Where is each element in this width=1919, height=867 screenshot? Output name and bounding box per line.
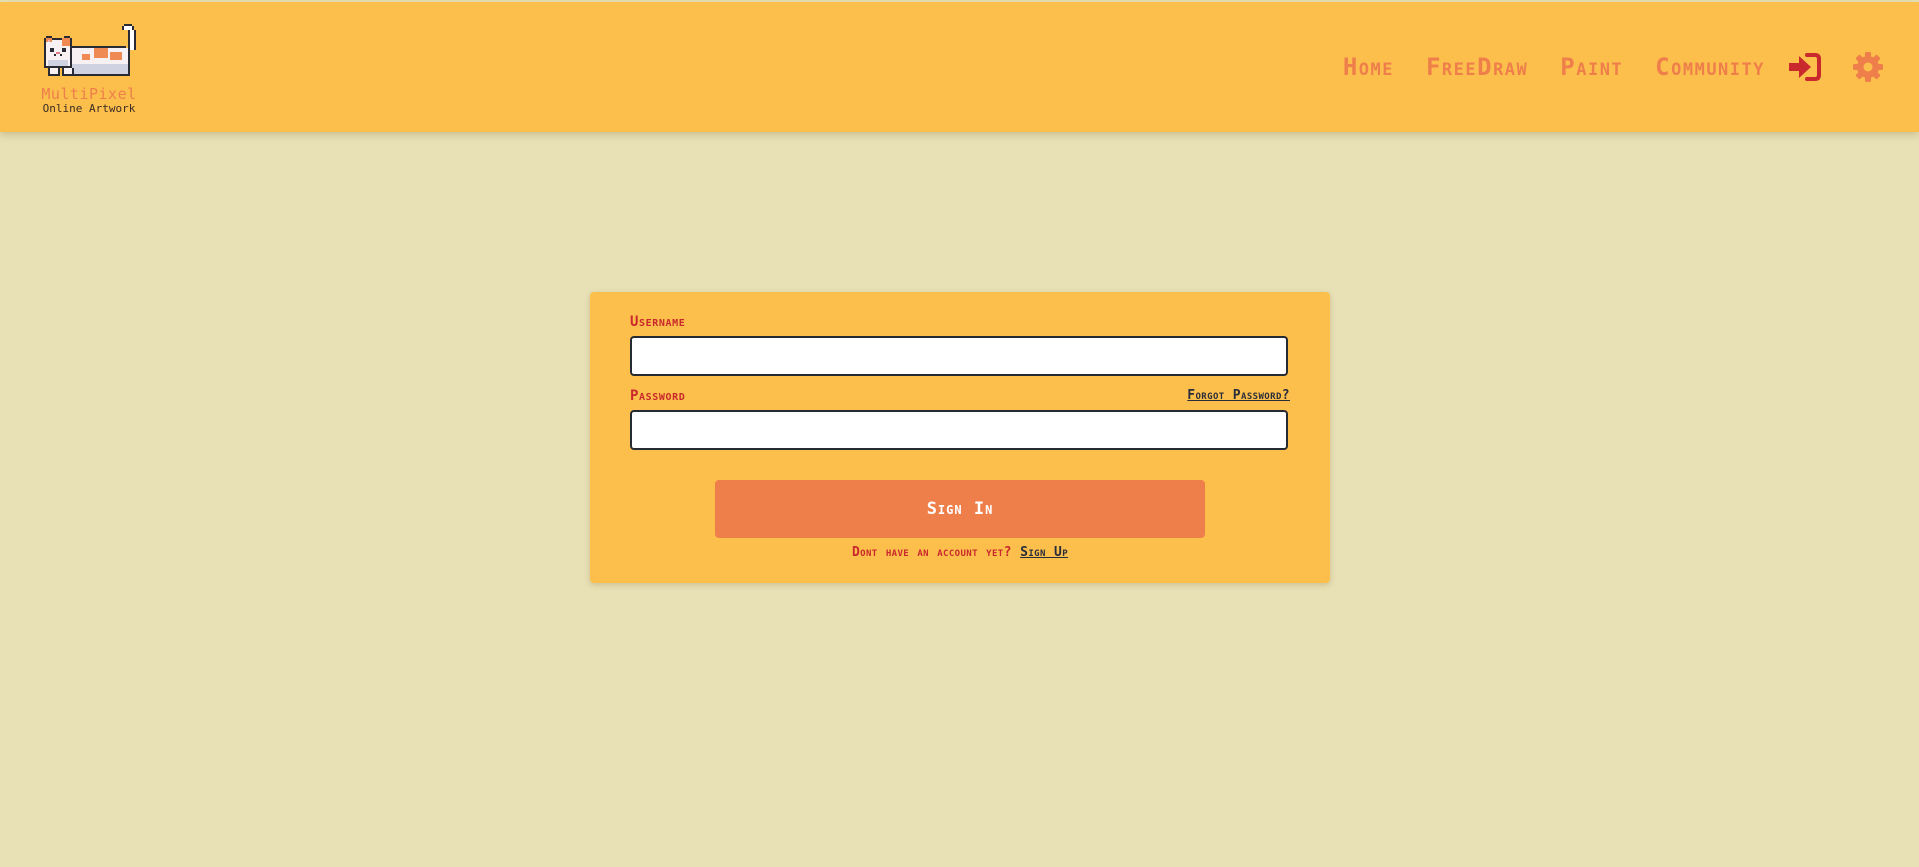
brand-logo[interactable]: MultiPixel Online Artwork	[26, 22, 154, 118]
forgot-password-link[interactable]: Forgot Password?	[1187, 388, 1290, 403]
sign-in-icon[interactable]	[1787, 50, 1821, 84]
brand-subtitle: Online Artwork	[42, 102, 136, 115]
login-card: Username Password Forgot Password? Sign …	[590, 292, 1330, 583]
sign-up-link[interactable]: Sign Up	[1020, 545, 1068, 560]
brand-title: MultiPixel	[41, 85, 137, 103]
password-input[interactable]	[630, 410, 1288, 450]
nav-link-home[interactable]: Home	[1343, 50, 1394, 84]
sign-in-button[interactable]: Sign In	[715, 480, 1205, 538]
signup-row: Dont have an account yet? Sign Up	[590, 545, 1330, 560]
username-input[interactable]	[630, 336, 1288, 376]
top-navbar: MultiPixel Online Artwork Home FreeDraw …	[0, 2, 1919, 132]
password-label: Password	[630, 388, 686, 404]
signup-prompt: Dont have an account yet?	[851, 545, 1012, 560]
pixel-cat-icon	[44, 24, 136, 76]
gear-icon[interactable]	[1851, 50, 1885, 84]
username-label: Username	[630, 314, 686, 330]
main-nav: Home FreeDraw Paint Community	[1343, 50, 1765, 84]
nav-link-paint[interactable]: Paint	[1560, 50, 1623, 84]
nav-link-community[interactable]: Community	[1655, 50, 1765, 84]
nav-link-freedraw[interactable]: FreeDraw	[1426, 50, 1528, 84]
